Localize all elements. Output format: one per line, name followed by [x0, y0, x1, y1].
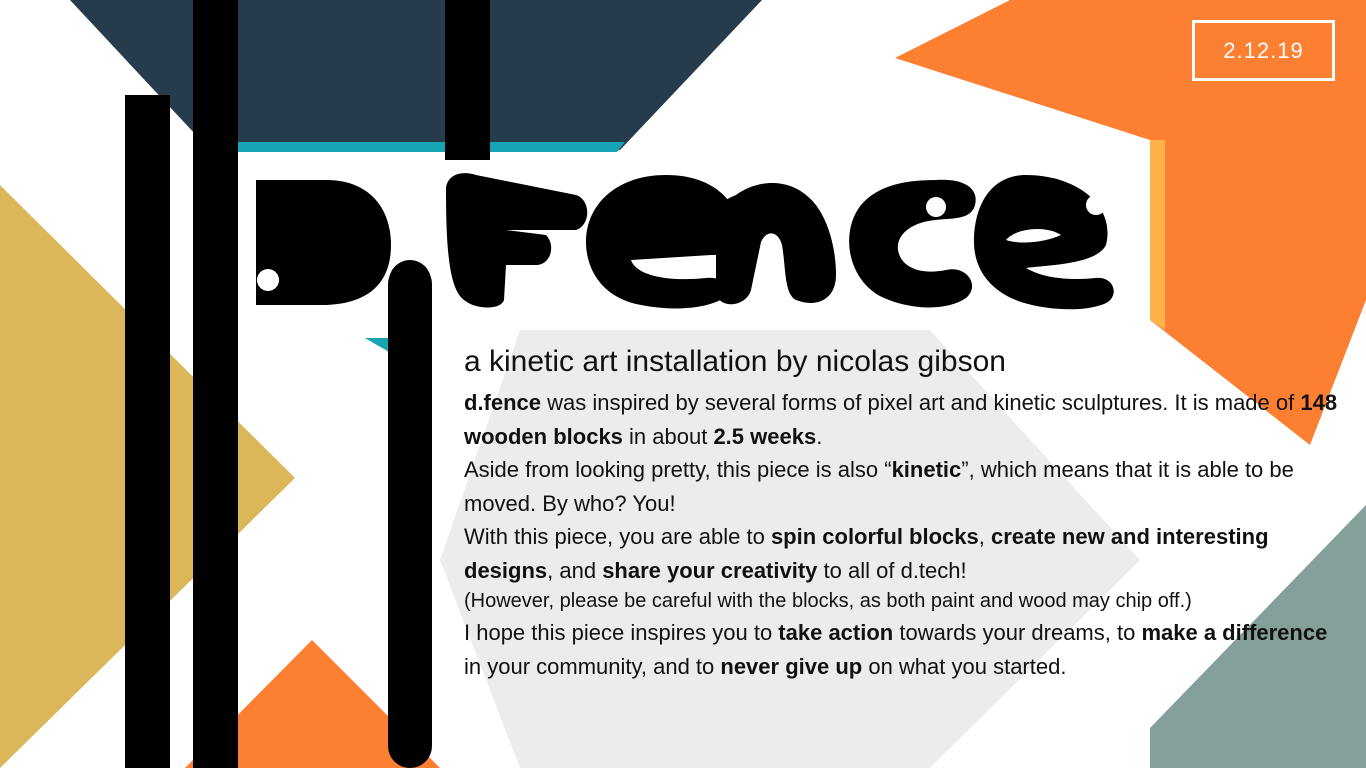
body-text: on what you started.	[862, 653, 1067, 679]
description-paragraph: d.fence was inspired by several forms of…	[464, 386, 1344, 453]
body-text: in your community, and to	[464, 653, 721, 679]
letter-c	[849, 179, 976, 308]
black-bar-2	[193, 0, 238, 768]
description-paragraph: With this piece, you are able to spin co…	[464, 520, 1344, 587]
highlight-text: take action	[778, 620, 894, 645]
highlight-text: d.fence	[464, 390, 542, 415]
highlight-text: share your creativity	[602, 557, 818, 583]
description-paragraph: I hope this piece inspires you to take a…	[464, 616, 1344, 683]
title-logo	[246, 150, 1126, 320]
black-bar-4	[388, 262, 432, 768]
description-paragraph: Aside from looking pretty, this piece is…	[464, 453, 1344, 520]
body-text: was inspired by several forms of pixel a…	[541, 390, 1301, 415]
body-text: Aside from looking pretty, this piece is…	[464, 457, 892, 482]
slide: 2.12.19 a kinetic art installation by ni…	[0, 0, 1366, 768]
highlight-text: make a difference	[1141, 620, 1328, 645]
body-text: , and	[547, 557, 603, 583]
date-box: 2.12.19	[1192, 20, 1335, 81]
body-text: to all of d.tech!	[817, 557, 967, 583]
description: d.fence was inspired by several forms of…	[464, 386, 1344, 683]
letter-f	[446, 173, 588, 308]
black-bar-3	[445, 0, 490, 160]
date-text: 2.12.19	[1223, 37, 1304, 63]
body-text: (However, please be careful with the blo…	[464, 590, 1192, 612]
subtitle: a kinetic art installation by nicolas gi…	[464, 345, 1006, 378]
highlight-text: 2.5 weeks	[713, 423, 817, 449]
orange-light-frame	[1150, 140, 1165, 330]
body-text: ,	[978, 524, 991, 549]
body-text: towards your dreams, to	[893, 620, 1142, 645]
title-lettering	[256, 173, 1114, 315]
body-text: I hope this piece inspires you to	[464, 620, 779, 645]
body-text: in about	[622, 423, 714, 449]
body-text: .	[816, 423, 823, 449]
body-text: With this piece, you are able to	[464, 524, 771, 549]
highlight-text: spin colorful blocks	[770, 524, 979, 549]
highlight-text: never give up	[720, 653, 863, 679]
letter-n	[716, 182, 836, 305]
navy-band	[70, 0, 762, 150]
description-paragraph: (However, please be careful with the blo…	[464, 587, 1344, 616]
highlight-text: kinetic	[891, 457, 962, 482]
letter-e-2	[974, 175, 1114, 310]
black-bar-1	[125, 95, 170, 768]
